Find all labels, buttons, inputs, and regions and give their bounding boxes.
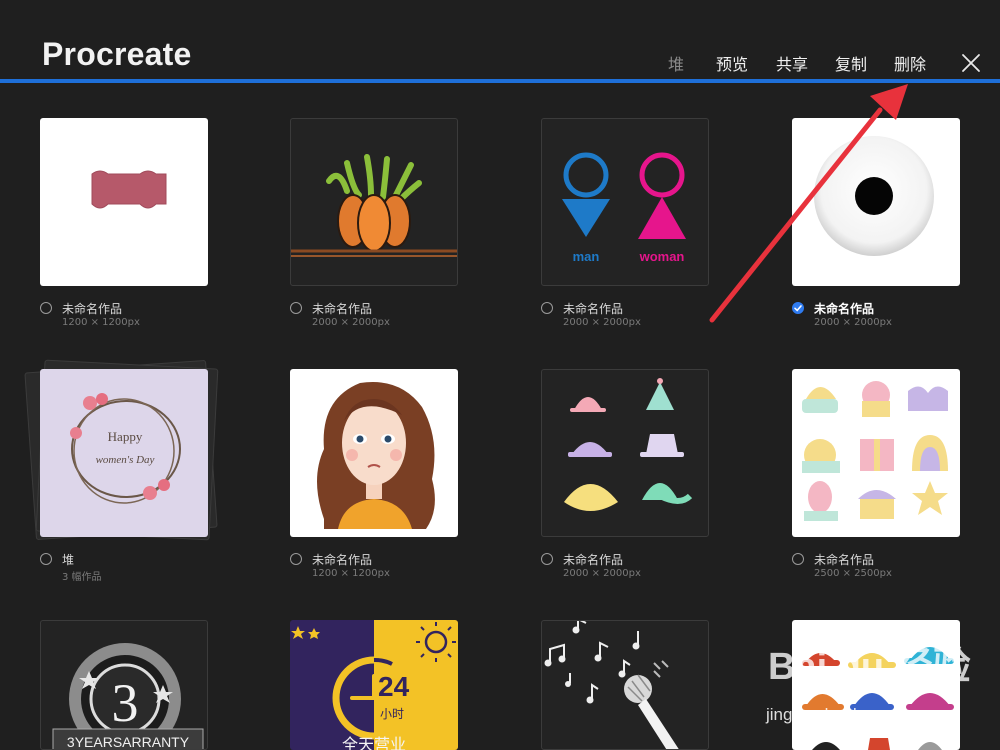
baidu-logo: Bai du 经验 bbox=[768, 646, 971, 688]
baidu-url: jingyan.baidu.com bbox=[766, 705, 904, 724]
baidu-watermark: Bai du 经验 jingyan.baidu.com bbox=[760, 635, 990, 730]
